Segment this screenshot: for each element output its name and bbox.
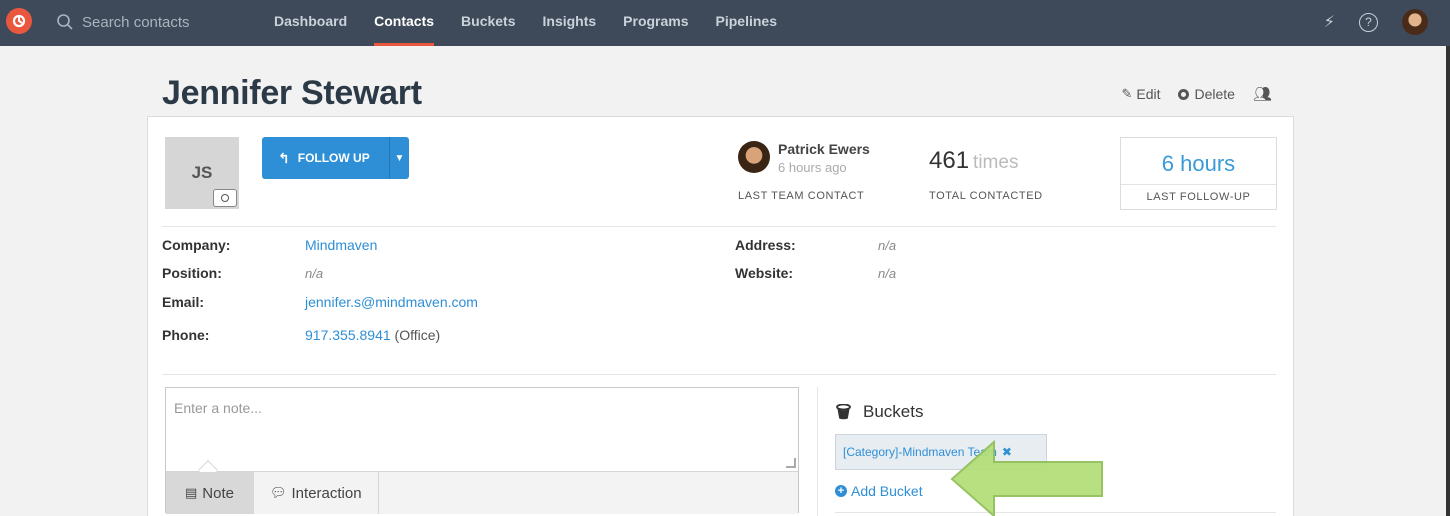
follow-up-label: FOLLOW UP	[297, 151, 370, 165]
total-contacted-count: 461	[929, 147, 970, 174]
note-tabs: ▤ Note 💬︎ Interaction	[166, 472, 798, 514]
last-follow-up-box: 6 hours LAST FOLLOW-UP	[1120, 137, 1277, 210]
resize-handle[interactable]	[786, 458, 796, 468]
phone-type: (Office)	[394, 327, 441, 343]
avatar-initials: JS	[191, 163, 213, 182]
help-icon[interactable]: ?	[1359, 12, 1378, 32]
edit-icon: ✎	[1121, 86, 1133, 101]
last-team-contact-label: LAST TEAM CONTACT	[738, 190, 865, 202]
contact-avatar[interactable]: JS	[165, 137, 239, 209]
edit-button[interactable]: ✎ Edit	[1121, 86, 1160, 102]
nav-contacts[interactable]: Contacts	[374, 0, 434, 46]
section-divider	[162, 226, 1276, 227]
window-edge	[1446, 46, 1450, 516]
add-bucket-label: Add Bucket	[851, 483, 923, 499]
tab-note[interactable]: ▤ Note	[166, 472, 254, 514]
bucket-icon	[836, 404, 851, 420]
note-input[interactable]: Enter a note...	[166, 388, 798, 472]
website-label: Website:	[735, 265, 794, 281]
add-bucket-link[interactable]: + Add Bucket	[835, 483, 923, 499]
email-label: Email:	[162, 294, 205, 310]
app-logo-icon[interactable]	[6, 8, 32, 34]
team-icon[interactable]: 👥︎	[1253, 85, 1272, 103]
company-link[interactable]: Mindmaven	[305, 237, 377, 253]
last-team-contact: Patrick Ewers 6 hours ago	[738, 141, 870, 175]
nav-buckets[interactable]: Buckets	[461, 0, 515, 46]
buckets-title: Buckets	[863, 402, 924, 421]
edit-label: Edit	[1136, 86, 1161, 102]
total-contacted-unit: times	[973, 152, 1019, 173]
main-nav: Dashboard Contacts Buckets Insights Prog…	[274, 0, 804, 46]
page-title: Jennifer Stewart	[162, 74, 422, 112]
tab-interaction[interactable]: 💬︎ Interaction	[254, 472, 379, 514]
email-link[interactable]: jennifer.s@mindmaven.com	[305, 294, 478, 310]
note-composer: Enter a note... ▤ Note 💬︎ Interaction	[165, 387, 799, 514]
total-contacted: 461 times	[929, 147, 1018, 175]
top-right-controls: ⚡︎ ?	[1324, 9, 1428, 35]
contact-card: JS ↰ FOLLOW UP ▼ Patrick Ewers 6 hours a…	[147, 116, 1294, 516]
nav-dashboard[interactable]: Dashboard	[274, 0, 347, 46]
last-follow-up-label: LAST FOLLOW-UP	[1146, 191, 1251, 203]
follow-up-dropdown-toggle[interactable]: ▼	[390, 153, 409, 164]
position-label: Position:	[162, 265, 222, 281]
team-member-avatar	[738, 141, 770, 173]
document-icon: ▤	[185, 485, 198, 500]
tab-note-label: Note	[202, 484, 234, 502]
delete-button[interactable]: Delete	[1178, 86, 1235, 102]
phone-link[interactable]: 917.355.8941	[305, 327, 391, 343]
team-contact-time: 6 hours ago	[778, 160, 847, 175]
address-label: Address:	[735, 237, 796, 253]
search-contacts[interactable]: Search contacts	[56, 11, 190, 33]
phone-field: 917.355.8941 (Office)	[305, 327, 440, 343]
top-navigation-bar: Search contacts Dashboard Contacts Bucke…	[0, 0, 1450, 46]
team-member-name: Patrick Ewers	[778, 141, 870, 157]
contact-actions: ✎ Edit Delete 👥︎	[1103, 85, 1272, 103]
position-value: n/a	[305, 266, 324, 281]
total-contacted-label: TOTAL CONTACTED	[929, 190, 1043, 202]
company-label: Company:	[162, 237, 231, 253]
website-value: n/a	[878, 266, 897, 281]
section-divider	[162, 374, 1276, 375]
search-input[interactable]: Search contacts	[82, 14, 190, 31]
chat-bubbles-icon: 💬︎	[270, 485, 287, 500]
search-icon	[57, 14, 73, 30]
phone-label: Phone:	[162, 327, 210, 343]
user-avatar[interactable]	[1402, 9, 1428, 35]
last-follow-up-value: 6 hours	[1121, 138, 1276, 185]
nav-insights[interactable]: Insights	[543, 0, 597, 46]
camera-icon[interactable]	[213, 189, 237, 207]
column-divider	[817, 387, 818, 516]
nav-pipelines[interactable]: Pipelines	[716, 0, 777, 46]
follow-up-button[interactable]: ↰ FOLLOW UP	[262, 137, 390, 179]
buckets-heading: Buckets	[836, 402, 923, 422]
reply-arrow-icon: ↰	[278, 149, 290, 166]
annotation-arrow	[950, 439, 1103, 516]
delete-label: Delete	[1194, 86, 1235, 102]
address-value: n/a	[878, 238, 897, 253]
tab-interaction-label: Interaction	[291, 484, 362, 502]
plus-circle-icon: +	[835, 485, 847, 497]
lightning-icon[interactable]: ⚡︎	[1324, 12, 1335, 32]
delete-icon	[1178, 88, 1190, 100]
follow-up-button-group: ↰ FOLLOW UP ▼	[262, 137, 409, 179]
nav-programs[interactable]: Programs	[623, 0, 688, 46]
